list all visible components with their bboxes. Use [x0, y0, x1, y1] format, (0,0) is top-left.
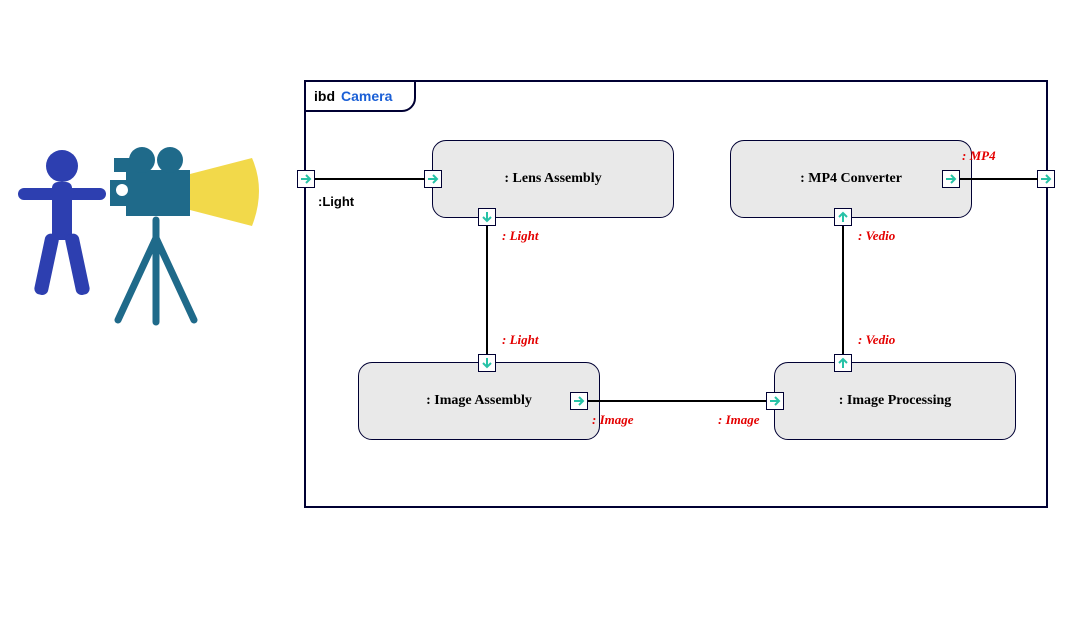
- label-light-2: : Light: [502, 332, 538, 348]
- port-imgasm-in: [478, 354, 496, 372]
- camera-icon: [110, 147, 259, 226]
- connector: [842, 226, 844, 354]
- frame-port-in-light: [297, 170, 315, 188]
- port-arrow-right-icon: [300, 173, 312, 185]
- frame-kind: ibd: [314, 88, 335, 104]
- port-lens-out: [478, 208, 496, 226]
- connector: [588, 400, 766, 402]
- port-arrow-up-icon: [837, 211, 849, 223]
- port-arrow-right-icon: [1040, 173, 1052, 185]
- port-lens-in: [424, 170, 442, 188]
- port-imgproc-out: [834, 354, 852, 372]
- diagram-stage: ibd Camera : Lens Assembly : MP4 Convert…: [0, 0, 1080, 621]
- connector: [486, 226, 488, 354]
- port-mp4-out: [942, 170, 960, 188]
- label-image-1: : Image: [592, 412, 634, 428]
- label-light-1: : Light: [502, 228, 538, 244]
- block-label: : Image Processing: [839, 393, 952, 409]
- block-label: : Lens Assembly: [504, 171, 601, 187]
- block-image-processing: : Image Processing: [774, 362, 1016, 440]
- block-image-assembly: : Image Assembly: [358, 362, 600, 440]
- label-vedio-1: : Vedio: [858, 332, 895, 348]
- block-label: : Image Assembly: [426, 393, 532, 409]
- frame-port-out-mp4: [1037, 170, 1055, 188]
- port-mp4-in: [834, 208, 852, 226]
- ibd-frame: ibd Camera : Lens Assembly : MP4 Convert…: [304, 80, 1048, 508]
- port-imgasm-out: [570, 392, 588, 410]
- port-arrow-right-icon: [945, 173, 957, 185]
- label-image-2: : Image: [718, 412, 760, 428]
- frame-name: Camera: [341, 88, 392, 104]
- block-lens-assembly: : Lens Assembly: [432, 140, 674, 218]
- port-arrow-right-icon: [573, 395, 585, 407]
- label-vedio-2: : Vedio: [858, 228, 895, 244]
- port-arrow-down-icon: [481, 357, 493, 369]
- port-arrow-down-icon: [481, 211, 493, 223]
- block-mp4-converter: : MP4 Converter: [730, 140, 972, 218]
- person-icon: [18, 150, 106, 296]
- label-light-external: :Light: [318, 194, 354, 209]
- label-mp4-out: : MP4: [962, 148, 996, 164]
- port-arrow-up-icon: [837, 357, 849, 369]
- port-arrow-right-icon: [769, 395, 781, 407]
- camera-operator-illustration: [14, 130, 274, 350]
- port-arrow-right-icon: [427, 173, 439, 185]
- frame-title-tab: ibd Camera: [304, 80, 416, 112]
- tripod-icon: [118, 220, 194, 322]
- connector: [315, 178, 425, 180]
- block-label: : MP4 Converter: [800, 171, 902, 187]
- port-imgproc-in: [766, 392, 784, 410]
- connector: [960, 178, 1038, 180]
